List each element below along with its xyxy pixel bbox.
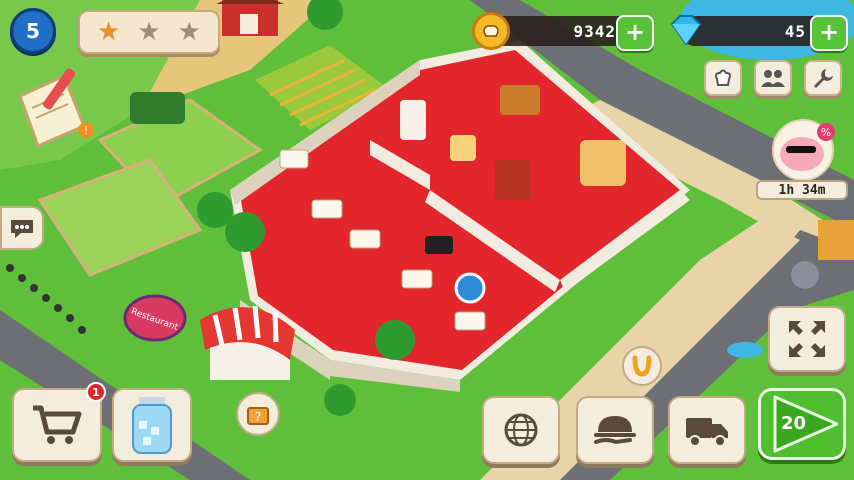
add-coins-button[interactable]: + xyxy=(616,15,654,51)
friends-button[interactable] xyxy=(754,60,792,96)
offer-timer: 1h 34m xyxy=(756,180,848,200)
star-empty-icon: ★ xyxy=(137,17,161,47)
gem-amount: 45 xyxy=(784,21,806,41)
add-gems-button[interactable]: + xyxy=(810,15,848,51)
level-number: 5 xyxy=(26,19,40,43)
piggy-bank-offer[interactable]: % xyxy=(760,114,846,181)
star-filled-icon: ★ xyxy=(97,17,121,47)
expand-arrows-icon xyxy=(789,321,825,357)
delivery-truck-icon xyxy=(686,418,728,447)
serve-dish-icon xyxy=(594,416,636,445)
rating-stars: ★ ★ ★ xyxy=(78,10,220,54)
restaurant-sign: Restaurant xyxy=(123,294,187,342)
friends-icon xyxy=(761,70,785,87)
star-empty-icon: ★ xyxy=(177,17,201,47)
serve-dish-button[interactable] xyxy=(576,396,654,464)
svg-text:?: ? xyxy=(255,410,261,424)
chef-profile-button[interactable] xyxy=(704,60,742,96)
svg-text:!: ! xyxy=(84,124,88,137)
horseshoe-button[interactable] xyxy=(622,346,662,386)
fullscreen-button[interactable] xyxy=(768,306,846,372)
timer-text: 1h 34m xyxy=(778,182,826,198)
cart-notification-badge: 1 xyxy=(86,382,106,402)
chef-hat-icon xyxy=(715,69,731,86)
barn xyxy=(216,0,284,36)
chat-button[interactable] xyxy=(0,206,44,250)
diamond-icon xyxy=(666,10,704,48)
world-map-button[interactable] xyxy=(482,396,560,464)
notepad-pencil-icon: ! xyxy=(18,68,94,149)
chat-icon xyxy=(11,220,33,238)
piggy-bank-icon: % xyxy=(772,119,835,181)
play-count: 20 xyxy=(781,413,807,434)
coin-amount: 9342 xyxy=(573,21,616,41)
chef-coin-icon xyxy=(472,12,510,50)
delivery-truck-button[interactable] xyxy=(668,396,746,464)
mystery-box-icon: ? xyxy=(247,407,269,425)
ice-jar-icon xyxy=(132,397,172,454)
ice-jar-button[interactable] xyxy=(112,388,192,462)
svg-text:%: % xyxy=(821,126,831,139)
level-badge[interactable]: 5 xyxy=(10,8,56,54)
globe-icon xyxy=(504,413,538,447)
settings-button[interactable] xyxy=(804,60,842,96)
quest-notepad-button[interactable]: ! xyxy=(14,66,94,152)
horseshoe-icon xyxy=(632,355,652,377)
cart-icon xyxy=(33,405,82,444)
mystery-box-button[interactable]: ? xyxy=(236,392,280,436)
wrench-icon xyxy=(814,69,833,88)
play-level-button[interactable]: 20 xyxy=(758,388,846,460)
